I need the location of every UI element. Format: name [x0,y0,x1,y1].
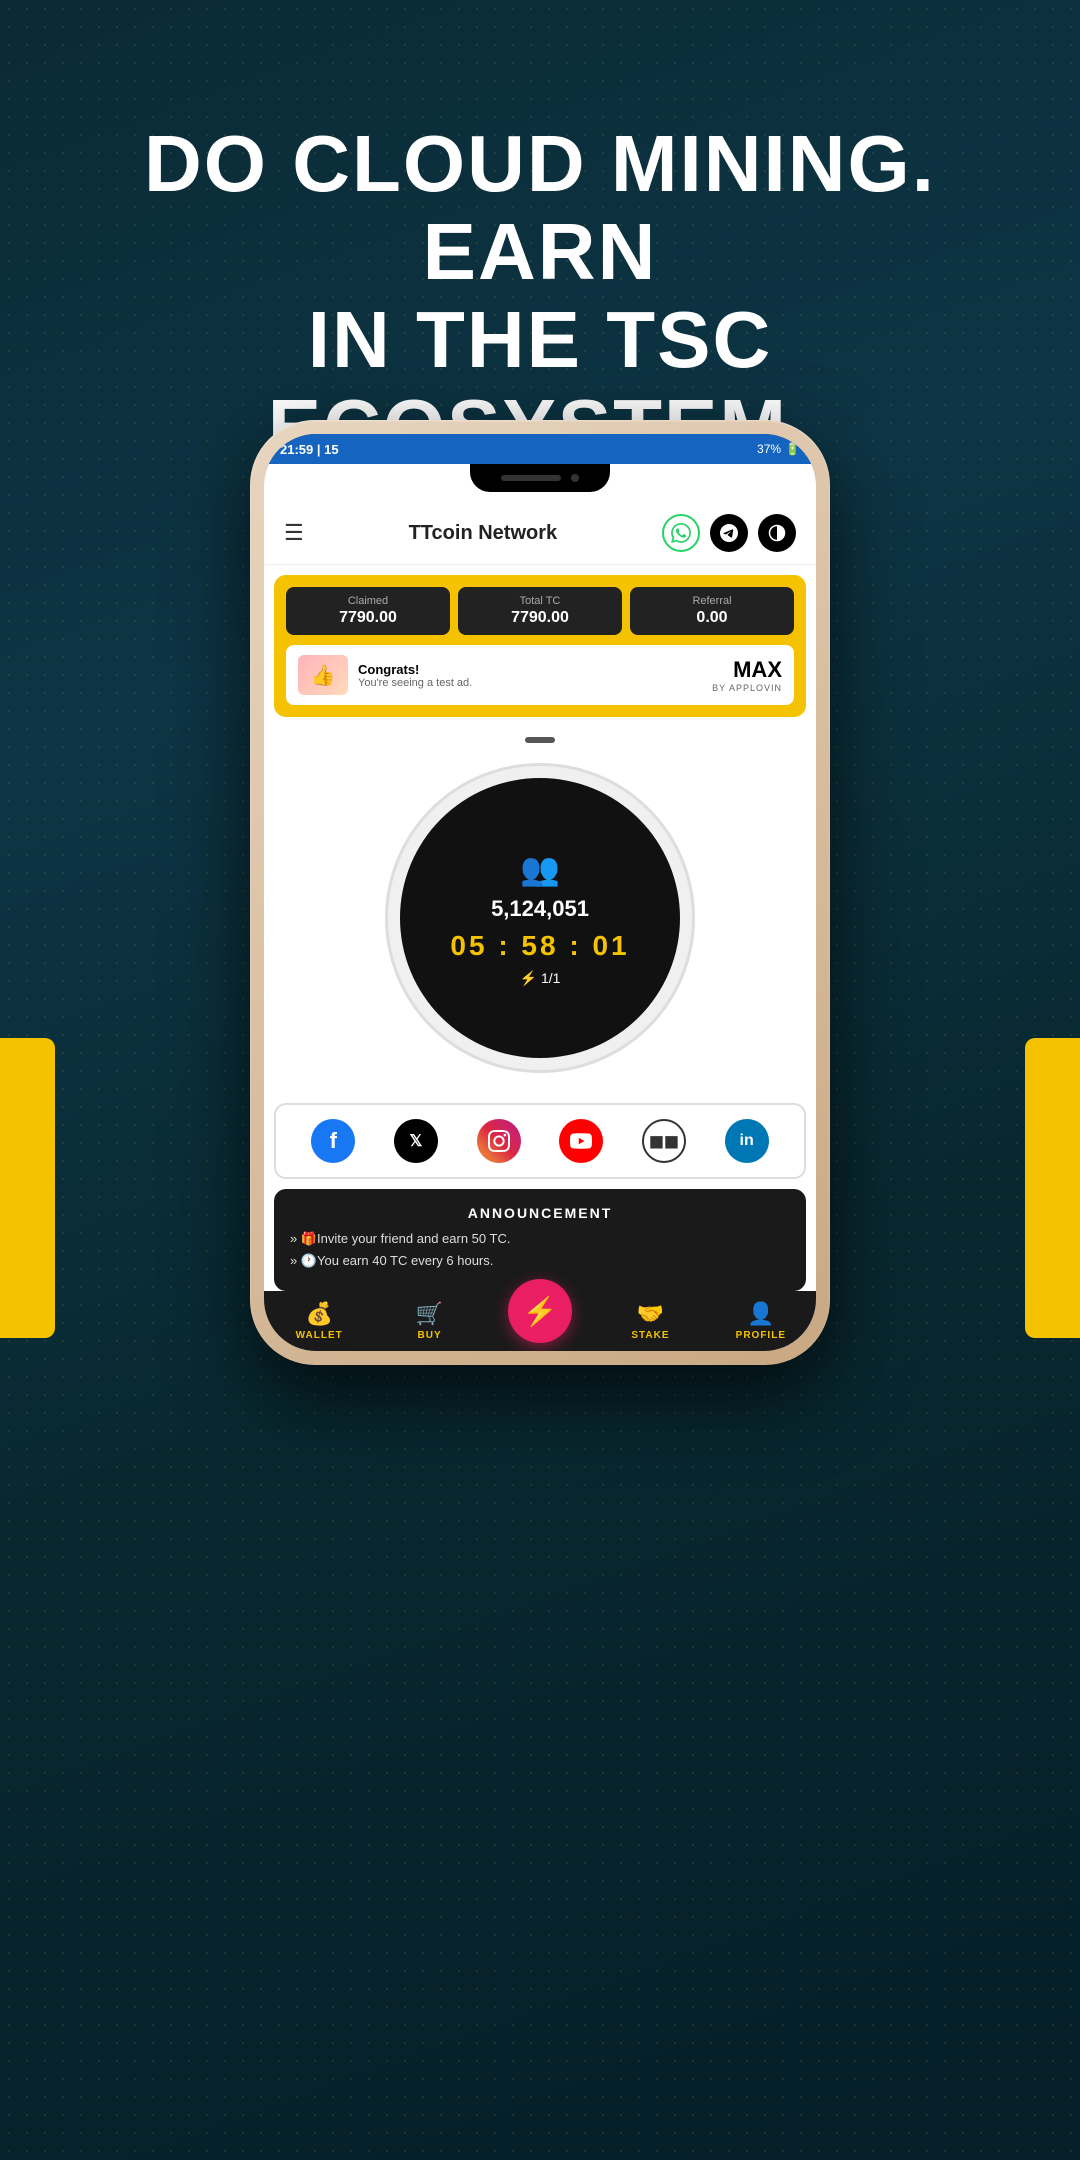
side-bar-left [0,1038,55,1338]
medium-button[interactable]: ◼◼ [642,1119,686,1163]
notch-bar [501,475,561,481]
side-bar-right [1025,1038,1080,1338]
buy-label: BUY [418,1330,442,1341]
status-time: 21:59 | 15 [280,442,339,457]
stats-banner: Claimed 7790.00 Total TC 7790.00 Referra… [274,575,806,717]
claimed-value: 7790.00 [296,609,440,627]
mining-timer: 05 : 58 : 01 [450,930,629,962]
mining-boost: ⚡ 1/1 [520,970,561,987]
announcement-item-2: » 🕐You earn 40 TC every 6 hours. [290,1253,790,1269]
facebook-button[interactable]: f [311,1119,355,1163]
status-bar: 21:59 | 15 37% 🔋 [264,434,816,464]
announcement-title: ANNOUNCEMENT [290,1205,790,1221]
twitter-button[interactable]: 𝕏 [394,1119,438,1163]
ad-logo-by: BY APPLOVIN [712,683,782,693]
buy-icon: 🛒 [416,1301,443,1327]
ad-logo: MAX BY APPLOVIN [712,657,782,693]
app-content: ☰ TTcoin Network [264,464,816,1351]
social-row: f 𝕏 ◼◼ in [274,1103,806,1179]
phone-outer: 21:59 | 15 37% 🔋 ☰ TTcoin Network [250,420,830,1365]
phone-mockup: 21:59 | 15 37% 🔋 ☰ TTcoin Network [250,420,830,1365]
nav-center: ⚡ [485,1299,595,1343]
whatsapp-button[interactable] [662,514,700,552]
mining-area: 👥 5,124,051 05 : 58 : 01 ⚡ 1/1 [264,717,816,1093]
ad-congrats: Congrats! [358,662,472,677]
announcement-item-1: » 🎁Invite your friend and earn 50 TC. [290,1231,790,1247]
mining-count: 5,124,051 [491,896,589,922]
total-tc-stat: Total TC 7790.00 [458,587,622,635]
hero-line1: DO CLOUD MINING. EARN [144,119,936,296]
scroll-indicator [525,737,555,743]
nav-wallet[interactable]: 💰 WALLET [264,1301,374,1341]
center-action-button[interactable]: ⚡ [508,1279,572,1343]
announcement-box: ANNOUNCEMENT » 🎁Invite your friend and e… [274,1189,806,1291]
boost-icon: ⚡ [520,970,537,987]
stats-row: Claimed 7790.00 Total TC 7790.00 Referra… [286,587,794,635]
telegram-button[interactable] [710,514,748,552]
mining-circle-outer[interactable]: 👥 5,124,051 05 : 58 : 01 ⚡ 1/1 [385,763,695,1073]
ad-text: Congrats! You're seeing a test ad. [358,662,472,689]
stake-icon: 🤝 [637,1301,664,1327]
claimed-label: Claimed [296,595,440,607]
battery-text: 37% [757,442,781,456]
ad-banner[interactable]: 👍 Congrats! You're seeing a test ad. MAX… [286,645,794,705]
boost-value: 1/1 [541,970,560,986]
phone-inner: 21:59 | 15 37% 🔋 ☰ TTcoin Network [264,434,816,1351]
profile-icon: 👤 [747,1301,774,1327]
linkedin-button[interactable]: in [725,1119,769,1163]
nav-buy[interactable]: 🛒 BUY [374,1301,484,1341]
stake-label: STAKE [631,1330,669,1341]
wallet-label: WALLET [296,1330,343,1341]
nav-profile[interactable]: 👤 PROFILE [706,1301,816,1341]
half-circle-button[interactable] [758,514,796,552]
nav-stake[interactable]: 🤝 STAKE [595,1301,705,1341]
battery-icon: 🔋 [785,442,800,456]
bottom-nav: 💰 WALLET 🛒 BUY ⚡ 🤝 STAKE [264,1291,816,1351]
users-icon: 👥 [520,850,560,888]
referral-stat: Referral 0.00 [630,587,794,635]
ad-logo-max: MAX [712,657,782,683]
status-icons: 37% 🔋 [757,442,800,456]
youtube-button[interactable] [559,1119,603,1163]
notch-dot [571,474,579,482]
ad-sub: You're seeing a test ad. [358,677,472,689]
menu-icon[interactable]: ☰ [284,520,304,546]
ad-thumbnail: 👍 [298,655,348,695]
app-title: TTcoin Network [409,522,558,545]
nav-icons [662,514,796,552]
claimed-stat: Claimed 7790.00 [286,587,450,635]
total-tc-value: 7790.00 [468,609,612,627]
instagram-button[interactable] [477,1119,521,1163]
mining-circle-inner: 👥 5,124,051 05 : 58 : 01 ⚡ 1/1 [400,778,680,1058]
total-tc-label: Total TC [468,595,612,607]
referral-value: 0.00 [640,609,784,627]
wallet-icon: 💰 [306,1301,333,1327]
referral-label: Referral [640,595,784,607]
phone-notch [470,464,610,492]
profile-label: PROFILE [736,1330,786,1341]
